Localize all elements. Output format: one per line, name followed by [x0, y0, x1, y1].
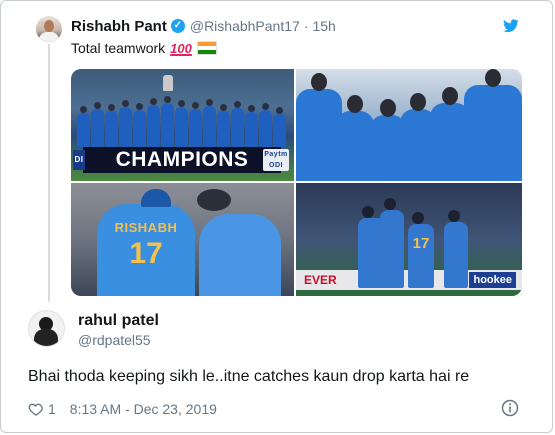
- reply-author-handle[interactable]: @rdpatel55: [78, 332, 151, 348]
- parent-tweet-time[interactable]: 15h: [312, 18, 335, 34]
- parent-author-name[interactable]: Rishabh Pant: [71, 18, 167, 35]
- thread-connector-line: [48, 44, 50, 302]
- reply-footer: 1 8:13 AM - Dec 23, 2019: [28, 400, 217, 418]
- photo-players-embrace[interactable]: RISHABH 17: [71, 183, 294, 296]
- reply-timestamp[interactable]: 8:13 AM - Dec 23, 2019: [70, 401, 217, 417]
- photo-team-champions[interactable]: DI CHAMPIONS Paytm ODI: [71, 69, 294, 181]
- champions-banner: DI CHAMPIONS Paytm ODI: [73, 147, 289, 173]
- fielder-17: 17: [408, 212, 434, 288]
- twitter-bird-icon[interactable]: [503, 19, 519, 33]
- banner-sponsor-left: DI: [73, 150, 85, 170]
- info-icon[interactable]: [501, 399, 519, 417]
- parent-author-handle[interactable]: @RishabhPant17: [190, 18, 300, 34]
- reply-author-name[interactable]: rahul patel: [78, 312, 159, 330]
- photo-team-huddle[interactable]: [296, 69, 522, 181]
- rahul-patel-avatar[interactable]: [28, 310, 65, 347]
- heart-icon[interactable]: [28, 401, 44, 417]
- verified-badge-icon: ✓: [170, 19, 185, 33]
- reply-tweet-text: Bhai thoda keeping sikh le..itne catches…: [28, 368, 470, 385]
- player-back-rishabh: RISHABH 17: [97, 204, 195, 296]
- teammate-head: [197, 189, 231, 211]
- player-teammate: [199, 214, 281, 296]
- board-text-right: hookee: [469, 272, 516, 288]
- board-text-left: EVER: [304, 273, 337, 287]
- jersey-number: 17: [129, 237, 163, 270]
- tweet-photo-grid: DI CHAMPIONS Paytm ODI RISHABH 17 EVER h…: [71, 69, 522, 296]
- rishabh-pant-avatar[interactable]: [36, 16, 62, 42]
- parent-tweet-header: Rishabh Pant ✓ @RishabhPant17 · 15h: [71, 17, 336, 35]
- champions-banner-text: CHAMPIONS: [115, 148, 249, 171]
- trophy-shape: [163, 75, 173, 91]
- fielder-jersey-number: 17: [412, 235, 430, 252]
- parent-tweet-body: Total teamwork: [71, 40, 166, 56]
- india-flag-emoji: [196, 41, 217, 55]
- photo-fielders-celebrate[interactable]: EVER hookee 17: [296, 183, 522, 296]
- like-count: 1: [48, 401, 56, 417]
- hundred-points-emoji: 100: [170, 40, 192, 56]
- parent-tweet-text: Total teamwork 100: [71, 40, 217, 56]
- banner-sponsor-right: Paytm ODI: [263, 149, 289, 171]
- separator-dot: ·: [303, 18, 309, 34]
- cap-shape: [141, 189, 171, 207]
- jersey-name: RISHABH: [114, 220, 178, 235]
